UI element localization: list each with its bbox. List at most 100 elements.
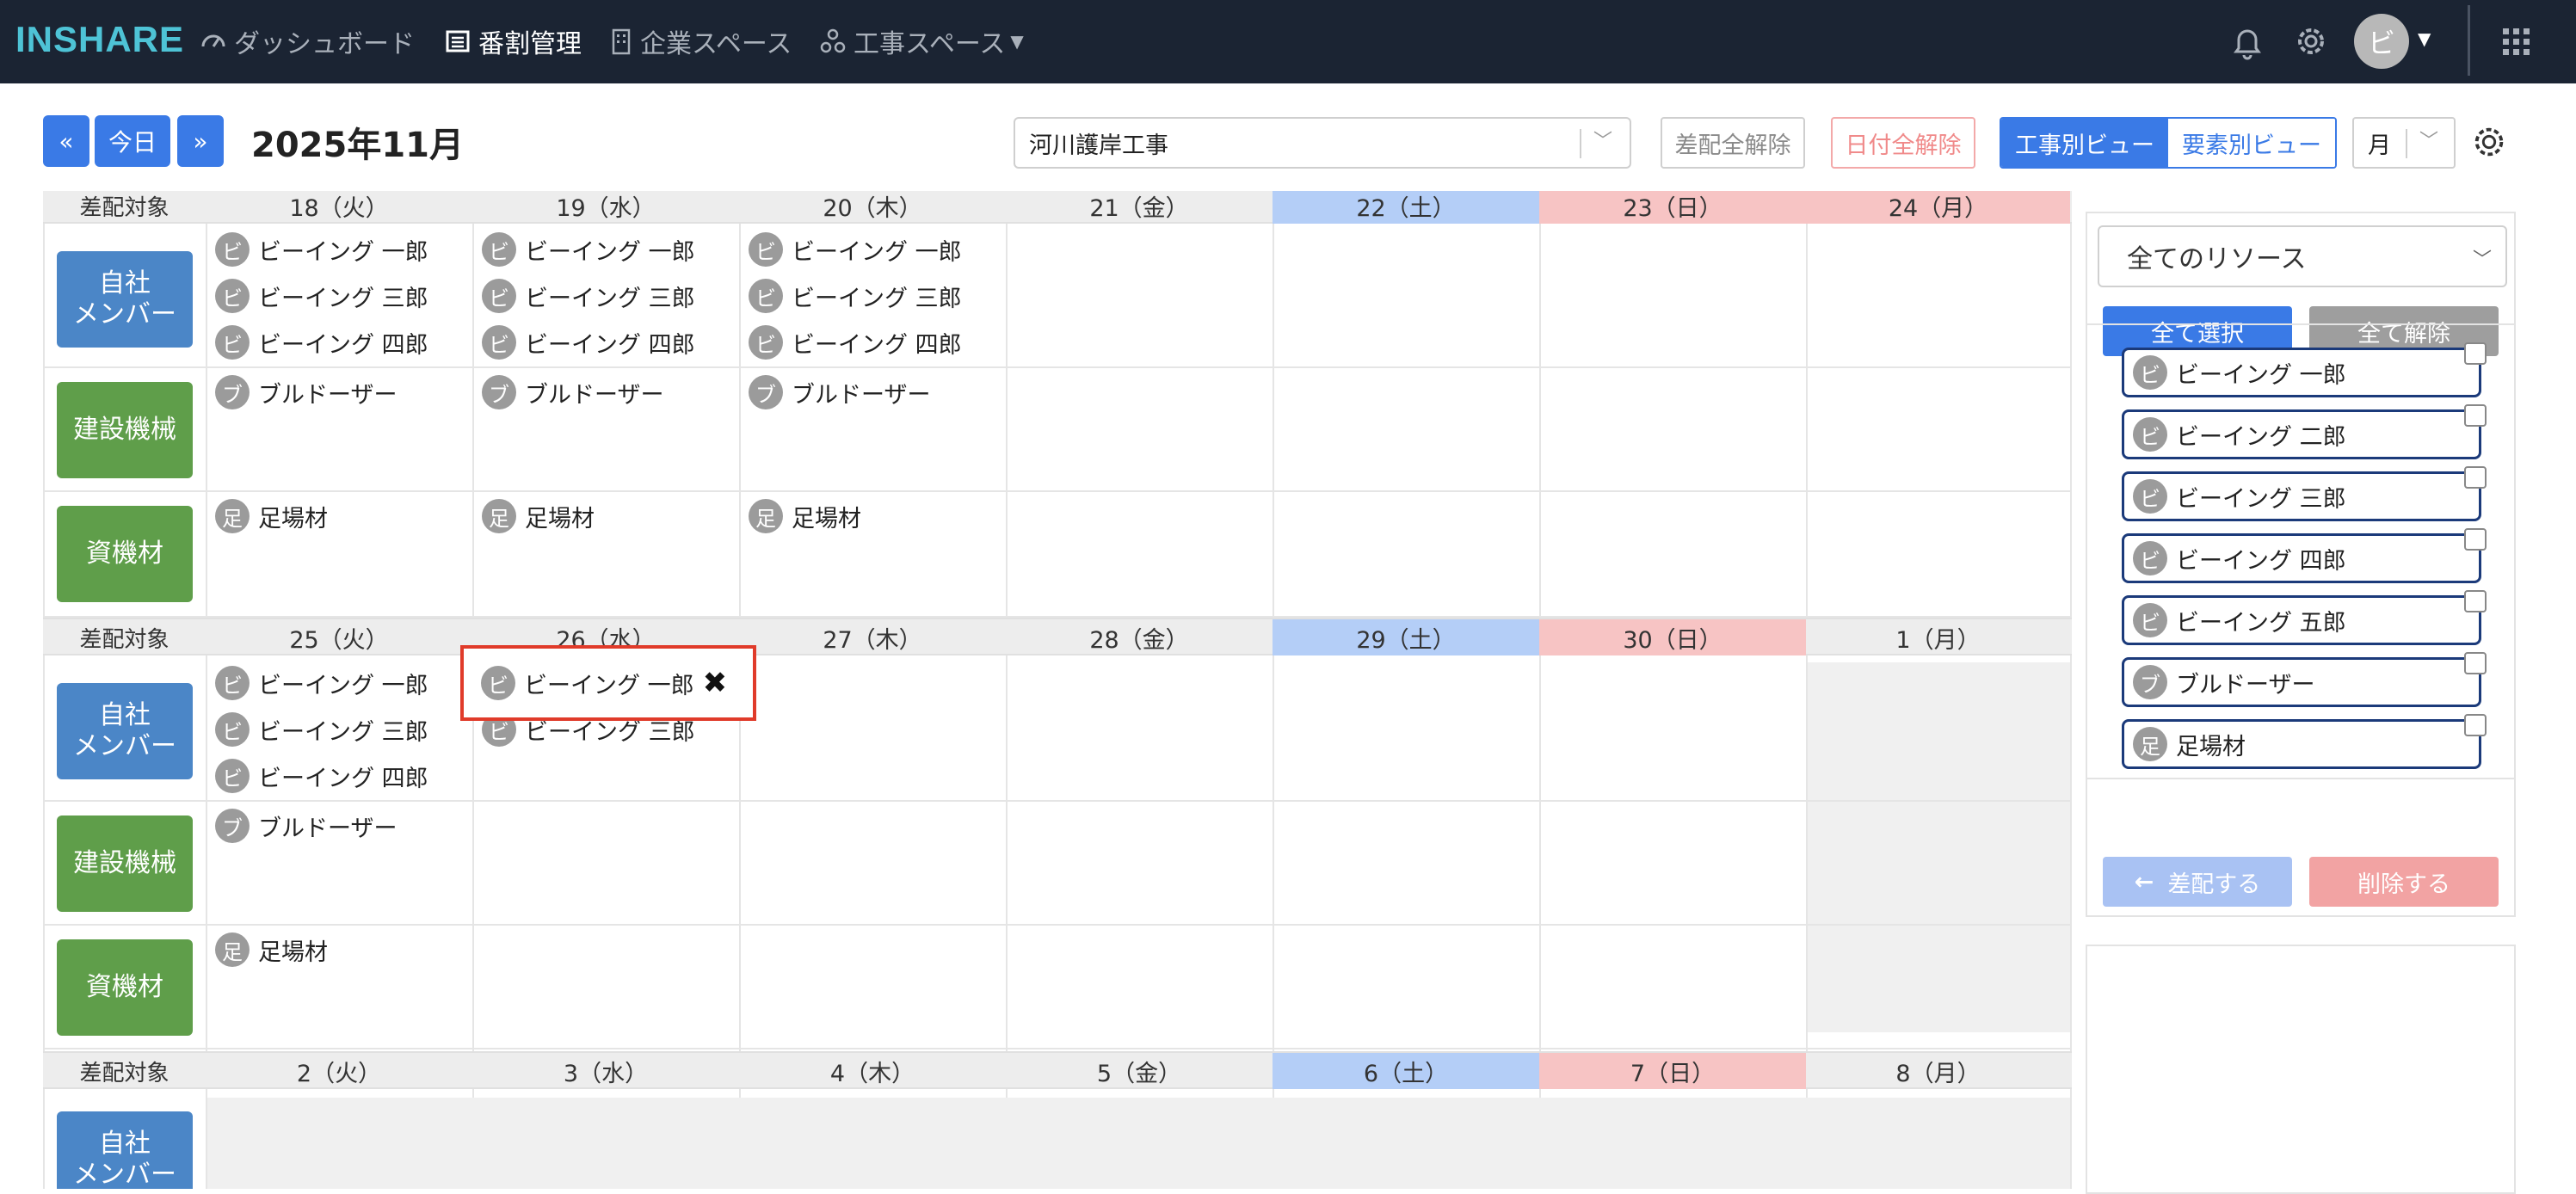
- assignment-chip[interactable]: ビビーイング 三郎: [215, 279, 428, 313]
- chip-label: ビーイング 三郎: [258, 285, 428, 312]
- apps-grid-icon[interactable]: [2495, 21, 2536, 62]
- resource-filter-select[interactable]: 全てのリソース ﹀: [2098, 225, 2507, 287]
- delete-button[interactable]: 削除する: [2309, 857, 2499, 907]
- material-row: [43, 492, 2072, 618]
- category-members-label: 自社 メンバー: [73, 1129, 176, 1189]
- nav-dashboard[interactable]: ダッシュボード: [200, 22, 415, 60]
- period-select[interactable]: 月 ﹀: [2352, 117, 2456, 169]
- chip-label: ビーイング 三郎: [792, 285, 962, 312]
- nav-assignment[interactable]: 番割管理: [444, 22, 582, 60]
- week-header-row: 差配対象 2（火） 3（水） 4（木） 5（金） 6（土） 7（日） 8（月）: [43, 1051, 2072, 1089]
- assign-button[interactable]: ← 差配する: [2103, 857, 2292, 907]
- resource-label: ビーイング 三郎: [2176, 485, 2346, 513]
- assignment-chip[interactable]: ブブルドーザー: [482, 375, 663, 409]
- assignment-chip[interactable]: ビビーイング 四郎: [215, 759, 428, 793]
- assignment-chip[interactable]: 足足場材: [482, 499, 595, 533]
- resource-item[interactable]: ビビーイング 三郎: [2122, 471, 2481, 521]
- resource-checkbox[interactable]: [2464, 404, 2487, 427]
- resource-checkbox[interactable]: [2464, 466, 2487, 489]
- chip-avatar: ビ: [215, 666, 250, 700]
- gear-icon[interactable]: [2290, 21, 2332, 62]
- assignment-chip-selected[interactable]: ビビーイング 一郎 ✖: [481, 666, 727, 700]
- resource-checkbox[interactable]: [2464, 528, 2487, 551]
- resource-item[interactable]: ビビーイング 五郎: [2122, 595, 2481, 645]
- resource-label: ビーイング 四郎: [2176, 547, 2346, 575]
- category-members-label: 自社 メンバー: [73, 268, 176, 329]
- chevron-down-icon[interactable]: ▼: [2418, 28, 2431, 49]
- day-header: 5（金）: [1096, 1060, 1182, 1087]
- assignment-chip[interactable]: ビビーイング 三郎: [215, 712, 428, 747]
- assignment-chip[interactable]: 足足場材: [749, 499, 861, 533]
- nav-assignment-label: 番割管理: [478, 29, 582, 59]
- project-select[interactable]: 河川護岸工事 ﹀: [1014, 117, 1631, 169]
- chip-label: ビーイング 四郎: [258, 331, 428, 359]
- assignment-chip[interactable]: ビビーイング 四郎: [215, 325, 428, 360]
- category-materials[interactable]: 資機材: [57, 939, 193, 1036]
- day-header: 18（火）: [289, 194, 389, 222]
- chip-label: ビーイング 四郎: [525, 331, 695, 359]
- resource-filter-value: 全てのリソース: [2127, 244, 2307, 274]
- nav-project-space[interactable]: 工事スペース ▼: [819, 22, 1024, 60]
- element-view-tab[interactable]: 要素別ビュー: [2168, 119, 2335, 167]
- resource-label: ビーイング 一郎: [2176, 361, 2346, 389]
- assignment-chip[interactable]: ビビーイング 四郎: [749, 325, 962, 360]
- resource-item[interactable]: ビビーイング 四郎: [2122, 533, 2481, 583]
- arrow-left-icon: ←: [2134, 868, 2154, 896]
- category-machines[interactable]: 建設機械: [57, 382, 193, 478]
- assignment-chip[interactable]: ビビーイング 四郎: [482, 325, 695, 360]
- remove-icon[interactable]: ✖: [703, 666, 728, 700]
- network-icon: [820, 28, 846, 53]
- select-separator: [1580, 129, 1581, 158]
- next-month-button[interactable]: »: [177, 115, 224, 167]
- today-button[interactable]: 今日: [95, 115, 170, 167]
- assignment-chip[interactable]: 足足場材: [215, 932, 328, 967]
- user-avatar[interactable]: ビ: [2354, 14, 2409, 69]
- category-members-label: 自社 メンバー: [73, 700, 176, 761]
- resource-item[interactable]: ビビーイング 一郎: [2122, 348, 2481, 397]
- assignment-chip[interactable]: ビビーイング 三郎: [749, 279, 962, 313]
- app-logo[interactable]: INSHARE: [15, 19, 184, 60]
- day-header: 28（金）: [1089, 626, 1189, 654]
- assignment-chip[interactable]: ブブルドーザー: [749, 375, 930, 409]
- out-of-month-cell: [207, 1098, 2070, 1189]
- day-header-saturday: 29（土）: [1273, 619, 1539, 655]
- assignment-chip[interactable]: ビビーイング 一郎: [215, 666, 428, 700]
- resource-checkbox[interactable]: [2464, 714, 2487, 736]
- assignment-chip[interactable]: ブブルドーザー: [215, 375, 397, 409]
- resource-avatar: ビ: [2133, 541, 2167, 575]
- chip-avatar: 足: [482, 499, 516, 533]
- assignment-chip[interactable]: 足足場材: [215, 499, 328, 533]
- day-header: 8（月）: [1895, 1060, 1981, 1087]
- day-header: 27（木）: [823, 626, 922, 654]
- settings-gear-icon[interactable]: [2469, 122, 2509, 162]
- chevron-down-icon: ﹀: [2472, 249, 2492, 271]
- assignment-chip[interactable]: ビビーイング 三郎: [482, 279, 695, 313]
- resource-checkbox[interactable]: [2464, 590, 2487, 612]
- day-header-holiday: 24（月）: [1806, 191, 2070, 224]
- day-header: 4（木）: [829, 1060, 915, 1087]
- category-materials[interactable]: 資機材: [57, 506, 193, 602]
- resource-checkbox[interactable]: [2464, 342, 2487, 365]
- resource-item[interactable]: ビビーイング 二郎: [2122, 409, 2481, 459]
- assignment-chip[interactable]: ビビーイング 一郎: [482, 232, 695, 267]
- bell-icon[interactable]: [2227, 21, 2268, 62]
- clear-assign-button[interactable]: 差配全解除: [1661, 117, 1805, 169]
- resource-checkbox[interactable]: [2464, 652, 2487, 674]
- resource-item[interactable]: 足足場材: [2122, 719, 2481, 769]
- chip-label: 足場材: [525, 505, 595, 532]
- nav-company-space[interactable]: 企業スペース: [609, 22, 792, 60]
- clear-date-button[interactable]: 日付全解除: [1831, 117, 1975, 169]
- category-members[interactable]: 自社 メンバー: [57, 1111, 193, 1189]
- category-machines[interactable]: 建設機械: [57, 815, 193, 912]
- category-members[interactable]: 自社 メンバー: [57, 683, 193, 779]
- assignment-chip[interactable]: ビビーイング 一郎: [215, 232, 428, 267]
- resource-item[interactable]: ブブルドーザー: [2122, 657, 2481, 707]
- project-view-tab[interactable]: 工事別ビュー: [2001, 119, 2168, 167]
- assignment-chip[interactable]: ブブルドーザー: [215, 809, 397, 843]
- day-header-saturday: 6（土）: [1273, 1053, 1539, 1089]
- selected-assignment-highlight[interactable]: ビビーイング 一郎 ✖: [460, 645, 756, 721]
- assignment-chip[interactable]: ビビーイング 一郎: [749, 232, 962, 267]
- prev-month-button[interactable]: «: [43, 115, 89, 167]
- category-members[interactable]: 自社 メンバー: [57, 251, 193, 348]
- chip-avatar: ビ: [749, 279, 783, 313]
